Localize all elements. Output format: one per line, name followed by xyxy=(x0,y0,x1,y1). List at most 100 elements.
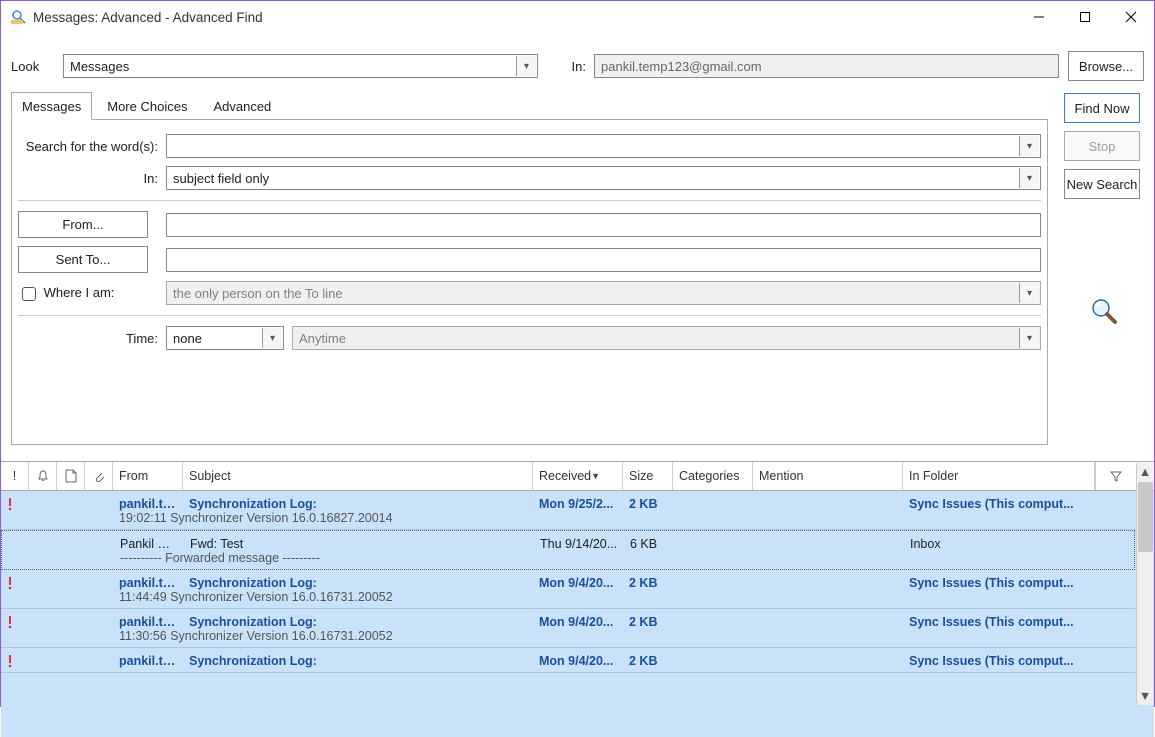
importance-icon xyxy=(2,537,30,551)
chevron-down-icon xyxy=(1019,283,1039,303)
chevron-down-icon xyxy=(1019,168,1039,188)
col-categories[interactable]: Categories xyxy=(673,462,753,490)
cell-preview: ---------- Forwarded message --------- xyxy=(114,551,1134,565)
cell-infolder: Sync Issues (This comput... xyxy=(903,654,1135,668)
search-words-label: Search for the word(s): xyxy=(18,139,158,154)
col-infolder[interactable]: In Folder xyxy=(903,462,1095,490)
search-words-input[interactable] xyxy=(166,134,1041,158)
where-i-am-select: the only person on the To line xyxy=(166,281,1041,305)
time-select[interactable]: none xyxy=(166,326,284,350)
cell-size: 6 KB xyxy=(624,537,674,551)
cell-from: pankil.te... xyxy=(113,654,183,668)
window-title: Messages: Advanced - Advanced Find xyxy=(33,10,263,25)
from-input[interactable] xyxy=(166,213,1041,237)
table-row[interactable]: pankil.te...Synchronization Log:Mon 9/25… xyxy=(1,491,1135,530)
col-reminder[interactable] xyxy=(29,462,57,490)
cell-infolder: Inbox xyxy=(904,537,1134,551)
cell-received: Thu 9/14/20... xyxy=(534,537,624,551)
col-subject[interactable]: Subject xyxy=(183,462,533,490)
find-icon xyxy=(11,9,27,25)
filter-icon xyxy=(1109,469,1123,483)
time-range-select: Anytime xyxy=(292,326,1041,350)
time-label: Time: xyxy=(18,331,158,346)
magnifier-icon xyxy=(1064,207,1144,455)
cell-preview: 19:02:11 Synchronizer Version 16.0.16827… xyxy=(113,511,1135,525)
new-search-button[interactable]: New Search xyxy=(1064,169,1140,199)
col-filter[interactable] xyxy=(1095,462,1135,490)
cell-from: Pankil Shah xyxy=(114,537,184,551)
find-now-button[interactable]: Find Now xyxy=(1064,93,1140,123)
col-itemtype[interactable] xyxy=(57,462,85,490)
col-size[interactable]: Size xyxy=(623,462,673,490)
cell-infolder: Sync Issues (This comput... xyxy=(903,497,1135,511)
tab-more-choices[interactable]: More Choices xyxy=(96,92,198,120)
cell-from: pankil.te... xyxy=(113,497,183,511)
chevron-down-icon xyxy=(1019,136,1039,156)
cell-received: Mon 9/4/20... xyxy=(533,615,623,629)
from-button[interactable]: From... xyxy=(18,211,148,238)
where-i-am-label: Where I am: xyxy=(44,285,115,300)
cell-subject: Synchronization Log: xyxy=(183,654,533,668)
cell-received: Mon 9/4/20... xyxy=(533,576,623,590)
scroll-down-icon[interactable]: ▼ xyxy=(1137,687,1153,705)
chevron-down-icon xyxy=(1019,328,1039,348)
importance-icon xyxy=(1,497,29,511)
cell-subject: Synchronization Log: xyxy=(183,497,533,511)
cell-preview: 11:44:49 Synchronizer Version 16.0.16731… xyxy=(113,590,1135,604)
cell-subject: Fwd: Test xyxy=(184,537,534,551)
look-label: Look xyxy=(11,59,55,74)
sent-to-button[interactable]: Sent To... xyxy=(18,246,148,273)
sent-to-input[interactable] xyxy=(166,248,1041,272)
cell-size: 2 KB xyxy=(623,615,673,629)
cell-size: 2 KB xyxy=(623,654,673,668)
in-field-select[interactable]: subject field only xyxy=(166,166,1041,190)
chevron-down-icon xyxy=(262,328,282,348)
col-attachment[interactable] xyxy=(85,462,113,490)
cell-subject: Synchronization Log: xyxy=(183,615,533,629)
table-row[interactable]: Pankil ShahFwd: TestThu 9/14/20...6 KB In… xyxy=(1,530,1135,570)
cell-from: pankil.te... xyxy=(113,615,183,629)
cell-received: Mon 9/4/20... xyxy=(533,654,623,668)
cell-size: 2 KB xyxy=(623,576,673,590)
results-list[interactable]: pankil.te...Synchronization Log:Mon 9/25… xyxy=(1,491,1154,737)
table-row[interactable]: pankil.te...Synchronization Log:Mon 9/4/… xyxy=(1,570,1135,609)
titlebar: Messages: Advanced - Advanced Find xyxy=(1,1,1154,33)
importance-icon xyxy=(1,615,29,629)
cell-received: Mon 9/25/2... xyxy=(533,497,623,511)
results-header: ! From Subject Received Size Categories … xyxy=(1,461,1154,491)
where-i-am-checkbox[interactable] xyxy=(22,287,36,301)
importance-icon xyxy=(1,654,29,668)
scroll-up-icon[interactable]: ▲ xyxy=(1137,463,1153,481)
cell-preview: 11:30:56 Synchronizer Version 16.0.16731… xyxy=(113,629,1135,643)
close-button[interactable] xyxy=(1108,1,1154,33)
tab-messages[interactable]: Messages xyxy=(11,92,92,120)
browse-button[interactable]: Browse... xyxy=(1068,51,1144,81)
in-field-label: In: xyxy=(18,171,158,186)
table-row[interactable]: pankil.te...Synchronization Log:Mon 9/4/… xyxy=(1,648,1135,673)
bell-icon xyxy=(36,469,50,483)
cell-infolder: Sync Issues (This comput... xyxy=(903,615,1135,629)
maximize-button[interactable] xyxy=(1062,1,1108,33)
in-label: In: xyxy=(556,59,586,74)
col-mention[interactable]: Mention xyxy=(753,462,903,490)
in-folder-field: pankil.temp123@gmail.com xyxy=(594,54,1059,78)
look-row: Look Messages In: pankil.temp123@gmail.c… xyxy=(1,33,1154,93)
cell-size: 2 KB xyxy=(623,497,673,511)
tab-advanced[interactable]: Advanced xyxy=(202,92,282,120)
criteria-form: Search for the word(s): In: subject fiel… xyxy=(11,120,1048,445)
cell-from: pankil.te... xyxy=(113,576,183,590)
col-from[interactable]: From xyxy=(113,462,183,490)
page-icon xyxy=(65,469,77,483)
look-combo[interactable]: Messages xyxy=(63,54,538,78)
cell-infolder: Sync Issues (This comput... xyxy=(903,576,1135,590)
results-scrollbar[interactable]: ▲ ▼ xyxy=(1136,463,1153,705)
importance-icon xyxy=(1,576,29,590)
table-row[interactable]: pankil.te...Synchronization Log:Mon 9/4/… xyxy=(1,609,1135,648)
col-received[interactable]: Received xyxy=(533,462,623,490)
chevron-down-icon xyxy=(516,56,536,76)
col-importance[interactable]: ! xyxy=(1,462,29,490)
stop-button: Stop xyxy=(1064,131,1140,161)
paperclip-icon xyxy=(93,469,105,483)
minimize-button[interactable] xyxy=(1016,1,1062,33)
criteria-tabs: Messages More Choices Advanced xyxy=(11,91,1048,120)
